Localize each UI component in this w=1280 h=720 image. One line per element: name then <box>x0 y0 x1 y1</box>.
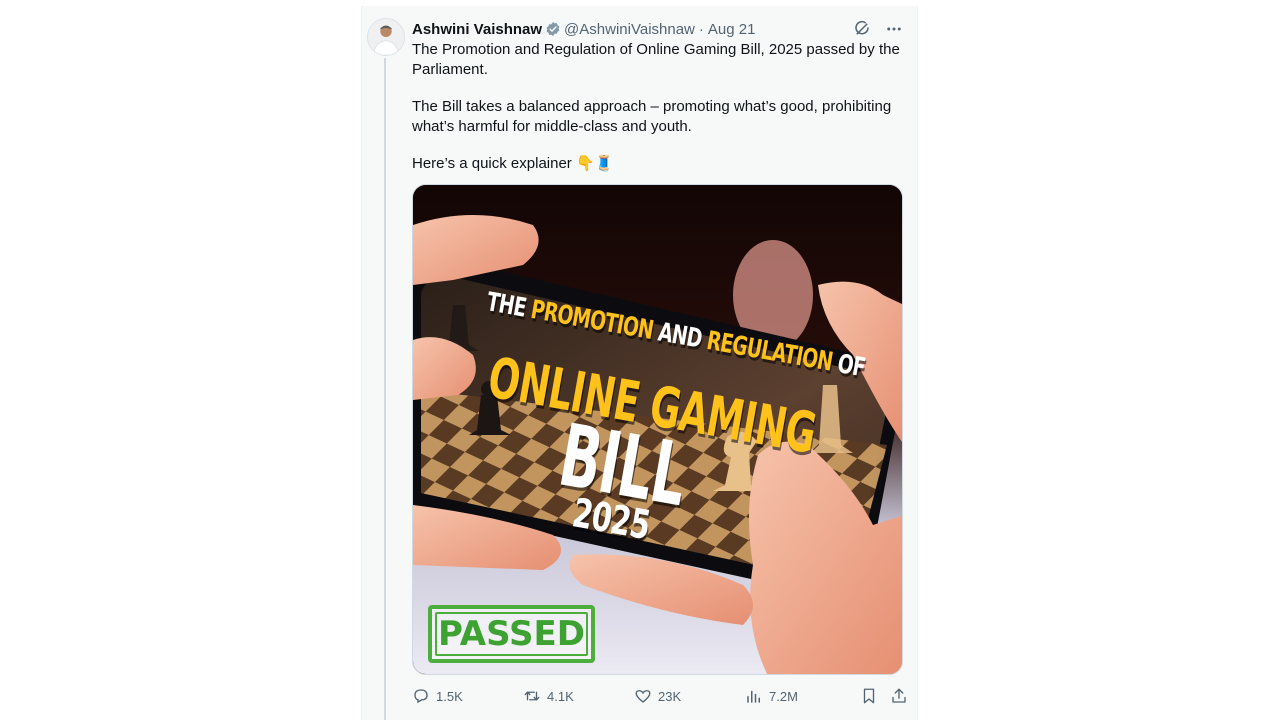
repost-icon <box>524 691 540 701</box>
share-icon[interactable] <box>890 687 908 705</box>
views-button[interactable]: 7.2M <box>745 687 856 705</box>
author-name[interactable]: Ashwini Vaishnaw <box>412 21 542 38</box>
reply-button[interactable]: 1.5K <box>412 687 523 705</box>
repost-count: 4.1K <box>547 688 574 704</box>
tweet-paragraph-1: The Promotion and Regulation of Online G… <box>412 41 900 78</box>
tweet-header: Ashwini Vaishnaw @AshwiniVaishnaw · Aug … <box>412 18 905 40</box>
views-count: 7.2M <box>769 688 798 704</box>
more-icon[interactable] <box>883 18 905 40</box>
repost-button[interactable]: 4.1K <box>523 687 634 705</box>
reply-count: 1.5K <box>436 688 463 704</box>
tweet-card[interactable]: Ashwini Vaishnaw @AshwiniVaishnaw · Aug … <box>361 6 918 720</box>
header-actions <box>851 18 905 40</box>
heart-icon <box>635 690 651 703</box>
thread-line <box>384 58 386 720</box>
grok-icon[interactable] <box>851 18 873 40</box>
bookmark-icon[interactable] <box>860 687 878 705</box>
media-illustration <box>413 185 902 674</box>
separator-dot: · <box>698 20 704 38</box>
author-handle[interactable]: @AshwiniVaishnaw <box>564 21 695 38</box>
reply-icon <box>414 689 428 704</box>
tweet-media-image[interactable]: THE PROMOTION AND REGULATION OF ONLINE G… <box>412 184 903 675</box>
verified-badge-icon <box>546 22 560 36</box>
pointing-thread-emoji: 👇🧵 <box>575 154 614 172</box>
action-end-group <box>860 687 908 705</box>
views-chart-icon <box>747 690 760 703</box>
explainer-text: Here’s a quick explainer <box>412 155 572 172</box>
passed-stamp: PASSED <box>428 605 595 663</box>
tweet-paragraph-3: Here’s a quick explainer 👇🧵 <box>412 154 902 174</box>
tweet-date[interactable]: Aug 21 <box>708 21 756 38</box>
passed-stamp-text: PASSED <box>437 614 585 654</box>
like-button[interactable]: 23K <box>634 687 745 705</box>
avatar[interactable] <box>367 18 405 56</box>
tweet-actions: 1.5K 4.1K 23K 7.2M <box>412 684 908 708</box>
like-count: 23K <box>658 688 682 704</box>
tweet-text: The Promotion and Regulation of Online G… <box>412 40 902 174</box>
tweet-paragraph-2: The Bill takes a balanced approach – pro… <box>412 98 892 135</box>
